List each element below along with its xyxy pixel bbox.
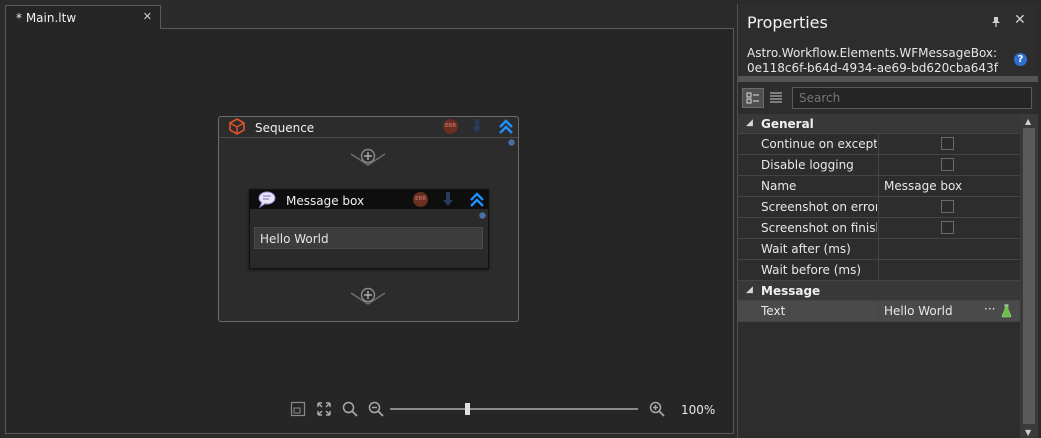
error-handling-icon[interactable]: ERR	[413, 192, 428, 207]
help-icon[interactable]: ?	[1014, 53, 1027, 66]
collapse-arrow-icon[interactable]: ◢	[746, 118, 753, 128]
zoom-in-icon[interactable]	[649, 401, 665, 417]
property-name: Wait after (ms)	[761, 242, 851, 256]
speech-bubble-icon	[258, 191, 276, 208]
object-type-label: Astro.Workflow.Elements.WFMessageBox:	[747, 46, 998, 60]
properties-panel: Properties ✕ Astro.Workflow.Elements.WFM…	[737, 4, 1038, 438]
sequence-activity[interactable]: Sequence ERR Message box ERR Hello World	[218, 116, 519, 322]
message-box-activity[interactable]: Message box ERR Hello World	[249, 189, 489, 269]
zoom-slider-track[interactable]	[390, 408, 638, 410]
column-divider	[878, 301, 879, 321]
close-panel-icon[interactable]: ✕	[1014, 12, 1026, 28]
category-message[interactable]: ◢ Message	[738, 281, 1020, 301]
property-value[interactable]: Hello World	[884, 304, 953, 318]
message-text-field[interactable]: Hello World	[254, 227, 483, 249]
category-label: General	[761, 117, 814, 131]
column-divider	[878, 218, 879, 238]
more-options-button[interactable]: ···	[984, 302, 995, 316]
property-row[interactable]: Wait after (ms)	[738, 239, 1020, 260]
pin-icon[interactable]	[991, 16, 1001, 27]
message-box-title: Message box	[286, 194, 365, 208]
property-value[interactable]: Message box	[884, 179, 962, 193]
object-id-label: 0e118c6f-b64d-4934-ae69-bd620cba643f	[747, 61, 998, 75]
properties-toolbar	[738, 82, 1038, 114]
arrow-down-icon[interactable]	[442, 192, 454, 207]
collapse-arrow-icon[interactable]: ◢	[746, 285, 753, 295]
property-row[interactable]: Wait before (ms)	[738, 260, 1020, 281]
sequence-header: Sequence ERR	[219, 117, 518, 146]
fit-to-screen-icon[interactable]	[316, 401, 332, 417]
categorized-view-button[interactable]	[742, 88, 764, 108]
message-box-header: Message box ERR	[250, 190, 488, 209]
property-grid: ◢ General Continue on excepti... Disable lo…	[738, 114, 1020, 438]
property-name: Wait before (ms)	[761, 263, 862, 277]
zoom-level: 100%	[681, 403, 716, 417]
properties-title: Properties	[747, 13, 828, 32]
column-divider	[878, 176, 879, 196]
sequence-title: Sequence	[255, 121, 315, 135]
arrow-down-icon[interactable]	[471, 119, 483, 134]
property-row[interactable]: Text Hello World ···	[738, 301, 1020, 322]
property-grid-scrollbar[interactable]: ▲ ▼	[1020, 114, 1038, 438]
property-name: Continue on excepti...	[761, 137, 877, 151]
property-name: Name	[761, 179, 797, 193]
column-divider	[878, 155, 879, 175]
column-divider	[878, 134, 879, 154]
property-row[interactable]: Continue on excepti...	[738, 134, 1020, 155]
property-row[interactable]: Name Message box	[738, 176, 1020, 197]
tab-label: * Main.ltw	[16, 11, 77, 25]
error-handling-icon[interactable]: ERR	[443, 119, 458, 134]
property-name: Screenshot on error	[761, 200, 877, 214]
scroll-up-icon[interactable]: ▲	[1025, 117, 1031, 126]
sequence-icon	[229, 118, 245, 135]
add-activity-top-button[interactable]	[350, 148, 386, 166]
column-divider	[878, 239, 879, 259]
tab-main-ltw[interactable]: * Main.ltw ✕	[5, 5, 161, 29]
zoom-search-icon[interactable]	[342, 401, 358, 417]
collapse-icon[interactable]	[498, 119, 514, 135]
property-row[interactable]: Disable logging	[738, 155, 1020, 176]
zoom-toolbar: 100%	[290, 401, 720, 419]
info-icon	[508, 139, 515, 146]
list-icon	[770, 92, 782, 103]
search-input[interactable]	[792, 87, 1032, 109]
property-checkbox[interactable]	[941, 221, 954, 234]
zoom-out-icon[interactable]	[368, 401, 384, 417]
tab-close-icon[interactable]: ✕	[143, 10, 152, 23]
property-checkbox[interactable]	[941, 200, 954, 213]
zoom-slider-thumb[interactable]	[464, 403, 470, 415]
alphabetical-view-button[interactable]	[766, 88, 788, 108]
flask-icon[interactable]	[1001, 304, 1012, 318]
scroll-down-icon[interactable]: ▼	[1025, 428, 1031, 437]
property-row[interactable]: Screenshot on error	[738, 197, 1020, 218]
property-name: Text	[761, 304, 786, 318]
category-label: Message	[761, 284, 821, 298]
column-divider	[878, 260, 879, 280]
property-row[interactable]: Screenshot on finish	[738, 218, 1020, 239]
category-general[interactable]: ◢ General	[738, 114, 1020, 134]
scroll-thumb[interactable]	[1023, 128, 1035, 424]
add-activity-bottom-button[interactable]	[350, 287, 386, 305]
property-checkbox[interactable]	[941, 158, 954, 171]
overview-icon[interactable]	[290, 401, 306, 417]
property-name: Screenshot on finish	[761, 221, 877, 235]
property-checkbox[interactable]	[941, 137, 954, 150]
property-name: Disable logging	[761, 158, 854, 172]
info-icon	[479, 212, 486, 219]
collapse-icon[interactable]	[469, 192, 485, 208]
categorized-icon	[746, 92, 759, 104]
column-divider	[878, 197, 879, 217]
